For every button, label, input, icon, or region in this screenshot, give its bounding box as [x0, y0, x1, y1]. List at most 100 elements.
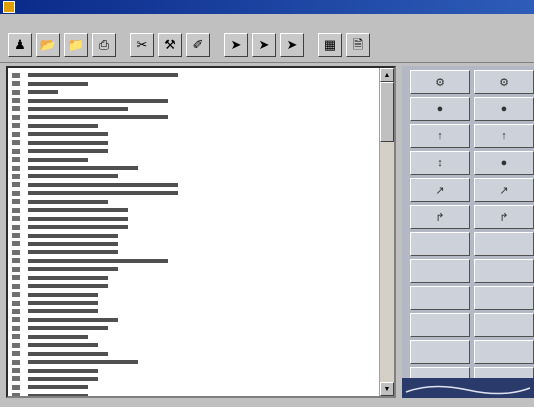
command-button-8[interactable]: ●	[474, 151, 534, 175]
command-button-22[interactable]	[474, 340, 534, 364]
program-line[interactable]	[12, 257, 378, 265]
command-button-17[interactable]	[410, 286, 470, 310]
program-line[interactable]	[12, 240, 378, 248]
program-line[interactable]	[12, 164, 378, 172]
program-line[interactable]	[12, 392, 378, 396]
program-line[interactable]	[12, 366, 378, 374]
line-marker-icon	[12, 89, 20, 95]
line-text	[28, 182, 178, 187]
command-button-1[interactable]: ⚙	[410, 70, 470, 94]
command-button-7[interactable]: ↕	[410, 151, 470, 175]
program-line[interactable]	[12, 96, 378, 104]
line-text	[28, 385, 88, 390]
program-line[interactable]	[12, 248, 378, 256]
program-line[interactable]	[12, 349, 378, 357]
program-line[interactable]	[12, 316, 378, 324]
line-marker-icon	[12, 342, 20, 348]
program-line[interactable]	[12, 324, 378, 332]
program-line[interactable]	[12, 155, 378, 163]
program-line[interactable]	[12, 299, 378, 307]
line-text	[28, 233, 118, 238]
line-marker-icon	[12, 334, 20, 340]
line-text	[28, 98, 168, 103]
command-button-20[interactable]	[474, 313, 534, 337]
hammer-icon[interactable]: ⚒	[158, 32, 182, 57]
command-button-11[interactable]: ↱	[410, 205, 470, 229]
view-icon[interactable]: ▦	[318, 32, 342, 57]
program-line[interactable]	[12, 71, 378, 79]
scroll-thumb[interactable]	[380, 82, 394, 142]
line-marker-icon	[12, 393, 20, 396]
line-marker-icon	[12, 123, 20, 129]
program-line[interactable]	[12, 341, 378, 349]
program-line[interactable]	[12, 172, 378, 180]
command-button-10[interactable]: ↗	[474, 178, 534, 202]
command-button-4[interactable]: ●	[474, 97, 534, 121]
cursor-c-icon[interactable]: ➤	[280, 32, 304, 57]
program-line[interactable]	[12, 198, 378, 206]
program-line[interactable]	[12, 79, 378, 87]
command-button-9[interactable]: ↗	[410, 178, 470, 202]
line-text	[28, 258, 168, 263]
scroll-up-icon[interactable]: ▲	[380, 68, 394, 82]
program-line[interactable]	[12, 358, 378, 366]
command-button-15[interactable]	[410, 259, 470, 283]
program-line[interactable]	[12, 139, 378, 147]
program-line[interactable]	[12, 383, 378, 391]
line-marker-icon	[12, 98, 20, 104]
command-button-13[interactable]	[410, 232, 470, 256]
command-button-16[interactable]	[474, 259, 534, 283]
open-folder-icon[interactable]: 📂	[36, 32, 60, 57]
program-line[interactable]	[12, 122, 378, 130]
program-line[interactable]	[12, 105, 378, 113]
program-line[interactable]	[12, 214, 378, 222]
line-text	[28, 334, 88, 339]
line-marker-icon	[12, 207, 20, 213]
line-marker-icon	[12, 351, 20, 357]
program-line[interactable]	[12, 147, 378, 155]
printer-icon[interactable]: ⎙	[92, 32, 116, 57]
program-line[interactable]	[12, 113, 378, 121]
program-line[interactable]	[12, 282, 378, 290]
scissors-icon[interactable]: ✂	[130, 32, 154, 57]
program-line[interactable]	[12, 307, 378, 315]
command-button-18[interactable]	[474, 286, 534, 310]
line-marker-icon	[12, 308, 20, 314]
line-marker-icon	[12, 300, 20, 306]
program-line[interactable]	[12, 290, 378, 298]
program-line[interactable]	[12, 231, 378, 239]
program-line[interactable]	[12, 189, 378, 197]
command-button-3[interactable]: ●	[410, 97, 470, 121]
program-line[interactable]	[12, 130, 378, 138]
command-button-21[interactable]	[410, 340, 470, 364]
program-line[interactable]	[12, 88, 378, 96]
line-marker-icon	[12, 292, 20, 298]
program-line[interactable]	[12, 265, 378, 273]
program-line[interactable]	[12, 333, 378, 341]
program-line[interactable]	[12, 206, 378, 214]
command-button-5[interactable]: ↑	[410, 124, 470, 148]
program-line[interactable]	[12, 274, 378, 282]
program-line[interactable]	[12, 181, 378, 189]
line-text	[28, 132, 108, 137]
line-text	[28, 326, 108, 331]
line-text	[28, 191, 178, 196]
cursor-a-icon[interactable]: ➤	[224, 32, 248, 57]
line-marker-icon	[12, 182, 20, 188]
command-button-19[interactable]	[410, 313, 470, 337]
program-line[interactable]	[12, 223, 378, 231]
command-button-6[interactable]: ↑	[474, 124, 534, 148]
command-button-2[interactable]: ⚙	[474, 70, 534, 94]
cursor-b-icon[interactable]: ➤	[252, 32, 276, 57]
vertical-scrollbar[interactable]: ▲ ▼	[379, 68, 394, 396]
green-figure-icon[interactable]: ♟	[8, 32, 32, 57]
scroll-down-icon[interactable]: ▼	[380, 382, 394, 396]
paint-icon[interactable]: ✐	[186, 32, 210, 57]
program-line[interactable]	[12, 375, 378, 383]
command-button-12[interactable]: ↱	[474, 205, 534, 229]
program-editor[interactable]: ▲ ▼	[6, 66, 396, 398]
line-marker-icon	[12, 190, 20, 196]
command-button-14[interactable]	[474, 232, 534, 256]
document-icon[interactable]: 🗎	[346, 32, 370, 57]
folder-icon[interactable]: 📁	[64, 32, 88, 57]
